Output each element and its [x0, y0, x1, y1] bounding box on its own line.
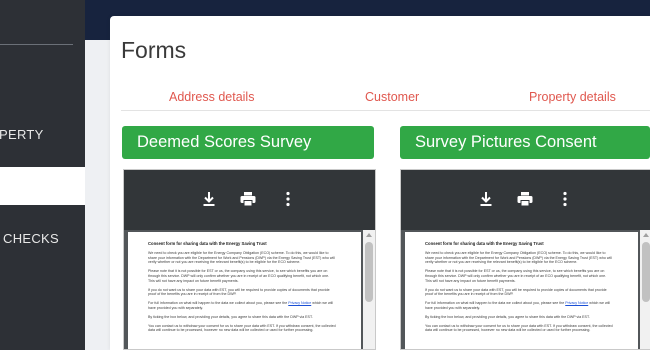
sidebar-item-label: PERTY — [0, 127, 44, 142]
document-text: Consent form for sharing data with the E… — [148, 241, 336, 337]
more-vertical-icon[interactable] — [556, 190, 574, 208]
document-paragraph: Please note that it is not possible for … — [425, 269, 607, 283]
sidebar-divider — [0, 44, 73, 45]
pdf-toolbar — [401, 170, 650, 230]
print-icon[interactable] — [516, 190, 534, 208]
tab-address-details[interactable]: Address details — [169, 90, 254, 104]
print-icon[interactable] — [239, 190, 257, 208]
document-heading: Consent form for sharing data with the E… — [148, 241, 267, 246]
sidebar: PERTY CHECKS — [0, 0, 85, 350]
pdf-toolbar — [124, 170, 375, 230]
document-paragraph: By ticking the box below, and providing … — [148, 314, 313, 319]
document-paragraph: For full information on what will happen… — [148, 301, 336, 311]
download-icon[interactable] — [200, 190, 218, 208]
document-heading: Consent form for sharing data with the E… — [425, 241, 544, 246]
document-paragraph: We need to check you are eligible for th… — [148, 250, 335, 265]
tab-property-details[interactable]: Property details — [529, 90, 616, 104]
document-text-run: For full information on what will happen… — [425, 301, 566, 306]
pdf-page: Consent form for sharing data with the E… — [405, 232, 638, 349]
sidebar-item-active[interactable] — [0, 167, 85, 205]
scrollbar-thumb[interactable] — [365, 242, 373, 302]
pdf-page: Consent form for sharing data with the E… — [128, 232, 361, 349]
document-text: Consent form for sharing data with the E… — [425, 241, 613, 337]
document-paragraph: For full information on what will happen… — [425, 301, 613, 311]
sidebar-item-label: CHECKS — [3, 231, 59, 246]
pdf-viewer[interactable]: Consent form for sharing data with the E… — [400, 169, 650, 350]
tabs-divider — [121, 110, 650, 111]
survey-pictures-consent-button[interactable]: Survey Pictures Consent — [400, 126, 650, 159]
pdf-scrollbar[interactable] — [363, 230, 375, 349]
privacy-notice-link[interactable]: Privacy Notice — [288, 301, 311, 305]
more-vertical-icon[interactable] — [279, 190, 297, 208]
page-title: Forms — [121, 37, 187, 63]
pdf-scrollbar[interactable] — [640, 230, 650, 349]
document-paragraph: We need to check you are eligible for th… — [425, 250, 612, 265]
document-text-run: For full information on what will happen… — [148, 301, 289, 306]
pdf-viewer[interactable]: Consent form for sharing data with the E… — [123, 169, 376, 350]
download-icon[interactable] — [477, 190, 495, 208]
document-paragraph: You can contact us to withdraw your cons… — [425, 323, 613, 333]
sidebar-item-checks[interactable]: CHECKS — [0, 231, 85, 247]
scroll-up-arrow-icon[interactable] — [643, 233, 649, 237]
deemed-scores-survey-button[interactable]: Deemed Scores Survey — [122, 126, 374, 159]
scroll-up-arrow-icon[interactable] — [366, 233, 372, 237]
document-paragraph: If you do not want us to share your data… — [148, 287, 330, 297]
document-paragraph: You can contact us to withdraw your cons… — [148, 323, 336, 333]
sidebar-item-property[interactable]: PERTY — [0, 127, 85, 143]
document-paragraph: By ticking the box below, and providing … — [425, 314, 590, 319]
privacy-notice-link[interactable]: Privacy Notice — [565, 301, 588, 305]
document-paragraph: If you do not want us to share your data… — [425, 287, 607, 297]
scrollbar-thumb[interactable] — [642, 242, 650, 302]
document-paragraph: Please note that it is not possible for … — [148, 269, 330, 283]
tab-customer[interactable]: Customer — [365, 90, 419, 104]
